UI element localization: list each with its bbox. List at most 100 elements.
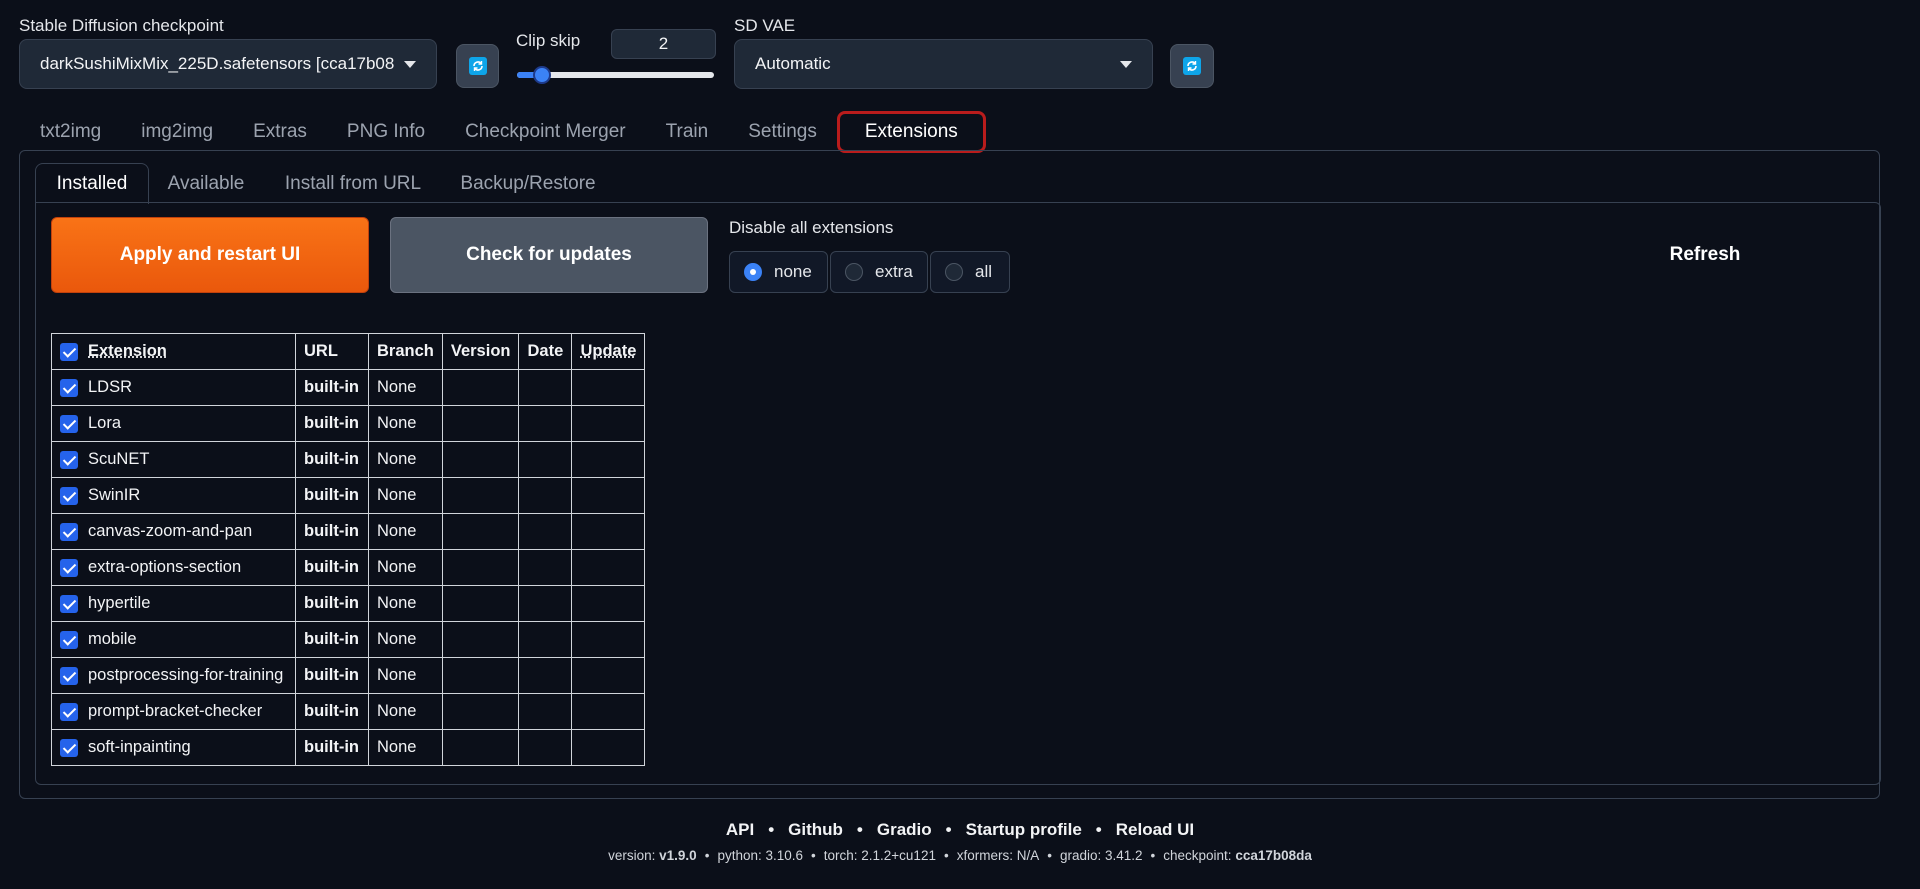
- column-extension[interactable]: Extension: [51, 333, 296, 370]
- disable-extensions-label: Disable all extensions: [729, 218, 894, 237]
- extension-cell[interactable]: mobile: [51, 621, 296, 658]
- vae-dropdown[interactable]: Automatic: [734, 39, 1153, 89]
- extension-checkbox[interactable]: [60, 522, 78, 541]
- version-cell: [441, 549, 520, 586]
- refresh-button[interactable]: Refresh: [1620, 217, 1790, 293]
- branch-cell: None: [368, 621, 443, 658]
- extension-checkbox[interactable]: [60, 558, 78, 577]
- version-cell: [441, 405, 520, 442]
- clip-skip-slider[interactable]: [517, 66, 714, 84]
- extension-checkbox[interactable]: [60, 738, 78, 757]
- tab-txt2img[interactable]: txt2img: [20, 115, 121, 149]
- extension-cell[interactable]: prompt-bracket-checker: [51, 693, 296, 730]
- extension-cell[interactable]: SwinIR: [51, 477, 296, 514]
- extension-cell[interactable]: ScuNET: [51, 441, 296, 478]
- tab-extensions[interactable]: Extensions: [836, 111, 986, 153]
- xformers-version: xformers: N/A: [956, 848, 1040, 863]
- extension-checkbox[interactable]: [60, 486, 78, 505]
- version-cell: [441, 513, 520, 550]
- extension-cell[interactable]: soft-inpainting: [51, 729, 296, 766]
- radio-none[interactable]: none: [729, 251, 828, 293]
- extension-cell[interactable]: extra-options-section: [51, 549, 296, 586]
- date-cell: [518, 621, 573, 658]
- extension-checkbox[interactable]: [60, 414, 78, 433]
- branch-cell: None: [368, 369, 443, 406]
- extension-checkbox[interactable]: [60, 630, 78, 649]
- branch-cell: None: [368, 693, 443, 730]
- date-cell: [518, 549, 573, 586]
- main-tabs: txt2img img2img Extras PNG Info Checkpoi…: [20, 111, 986, 153]
- gradio-version: gradio: 3.41.2: [1059, 848, 1143, 863]
- extension-checkbox[interactable]: [60, 378, 78, 397]
- refresh-vae-button[interactable]: [1170, 44, 1214, 88]
- extension-checkbox[interactable]: [60, 666, 78, 685]
- update-cell: [571, 441, 646, 478]
- subtab-backup-restore[interactable]: Backup/Restore: [448, 163, 608, 204]
- table-header-row: Extension URL Branch Version Date Update: [51, 333, 646, 370]
- check-updates-button[interactable]: Check for updates: [390, 217, 708, 293]
- column-extension-label: Extension: [88, 342, 167, 360]
- subtab-available[interactable]: Available: [152, 163, 260, 204]
- extension-cell[interactable]: Lora: [51, 405, 296, 442]
- apply-restart-button[interactable]: Apply and restart UI: [51, 217, 369, 293]
- date-cell: [518, 405, 573, 442]
- extension-name: SwinIR: [88, 486, 141, 504]
- extension-checkbox[interactable]: [60, 450, 78, 469]
- select-all-checkbox[interactable]: [60, 342, 78, 361]
- column-version: Version: [441, 333, 520, 370]
- footer-link-github[interactable]: Github: [788, 820, 843, 839]
- extension-cell[interactable]: hypertile: [51, 585, 296, 622]
- checkpoint-value: darkSushiMixMix_225D.safetensors [cca17b…: [40, 54, 394, 73]
- subtab-install-from-url[interactable]: Install from URL: [270, 163, 436, 204]
- extension-cell[interactable]: canvas-zoom-and-pan: [51, 513, 296, 550]
- radio-indicator: [845, 263, 863, 281]
- date-cell: [518, 513, 573, 550]
- subtab-installed[interactable]: Installed: [35, 163, 149, 204]
- tab-settings[interactable]: Settings: [728, 115, 837, 149]
- tab-png-info[interactable]: PNG Info: [327, 115, 445, 149]
- version-cell: [441, 585, 520, 622]
- extension-checkbox[interactable]: [60, 594, 78, 613]
- separator: •: [704, 848, 710, 863]
- extension-name: mobile: [88, 630, 137, 648]
- update-cell: [571, 693, 646, 730]
- table-row: mobile built-in None: [51, 621, 646, 658]
- extension-cell[interactable]: postprocessing-for-training: [51, 657, 296, 694]
- footer-link-gradio[interactable]: Gradio: [877, 820, 932, 839]
- radio-all[interactable]: all: [930, 251, 1010, 293]
- footer-link-startup-profile[interactable]: Startup profile: [966, 820, 1082, 839]
- extensions-table: Extension URL Branch Version Date Update…: [51, 333, 646, 766]
- url-cell: built-in: [295, 585, 369, 622]
- table-row: postprocessing-for-training built-in None: [51, 657, 646, 694]
- table-row: canvas-zoom-and-pan built-in None: [51, 513, 646, 550]
- tab-checkpoint-merger[interactable]: Checkpoint Merger: [445, 115, 646, 149]
- extension-checkbox[interactable]: [60, 702, 78, 721]
- tab-train[interactable]: Train: [646, 115, 729, 149]
- radio-indicator-selected: [744, 263, 762, 281]
- checkpoint-dropdown[interactable]: darkSushiMixMix_225D.safetensors [cca17b…: [19, 39, 437, 89]
- date-cell: [518, 657, 573, 694]
- date-cell: [518, 729, 573, 766]
- url-cell: built-in: [295, 405, 369, 442]
- tab-extras[interactable]: Extras: [233, 115, 327, 149]
- extension-cell[interactable]: LDSR: [51, 369, 296, 406]
- radio-all-label: all: [975, 262, 993, 281]
- column-update[interactable]: Update: [571, 333, 646, 370]
- chevron-down-icon: [1120, 60, 1132, 68]
- column-update-label: Update: [580, 342, 637, 360]
- radio-extra[interactable]: extra: [830, 251, 928, 293]
- version-cell: [441, 693, 520, 730]
- tab-img2img[interactable]: img2img: [121, 115, 233, 149]
- column-url: URL: [295, 333, 369, 370]
- footer-link-reload-ui[interactable]: Reload UI: [1116, 820, 1194, 839]
- slider-thumb[interactable]: [532, 66, 551, 84]
- footer-link-api[interactable]: API: [726, 820, 754, 839]
- separator: •: [943, 848, 949, 863]
- vae-value: Automatic: [755, 54, 831, 73]
- version-cell: [441, 729, 520, 766]
- clip-skip-input[interactable]: 2: [611, 29, 716, 59]
- radio-extra-label: extra: [875, 262, 913, 281]
- extension-name: hypertile: [88, 594, 151, 612]
- checkpoint-label: Stable Diffusion checkpoint: [19, 16, 224, 35]
- refresh-checkpoint-button[interactable]: [456, 44, 499, 88]
